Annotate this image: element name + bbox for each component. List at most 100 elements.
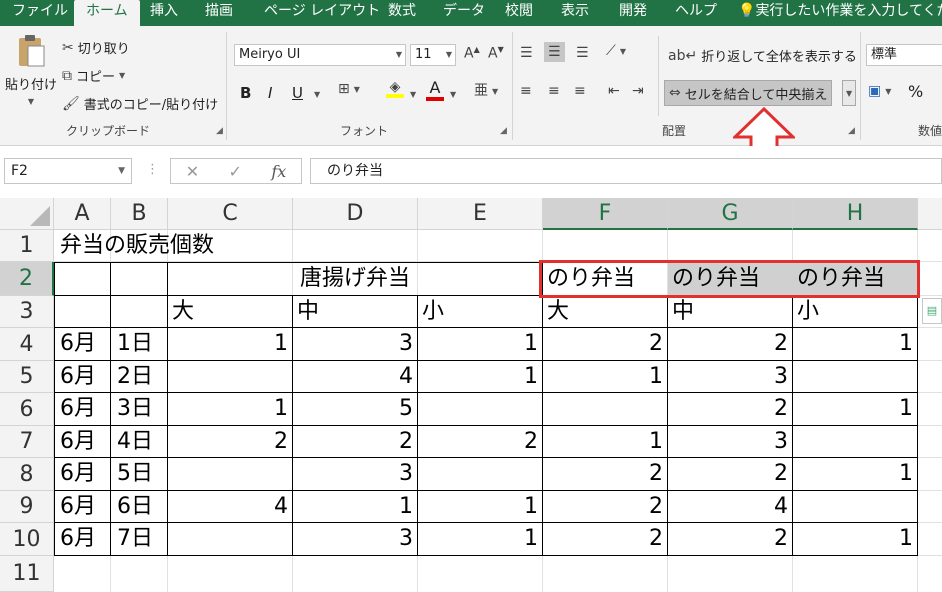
cell-c3[interactable]: 大	[168, 296, 293, 328]
phonetic-button[interactable]: 亜 ▼	[474, 84, 498, 98]
cell-c2-merged[interactable]: 唐揚げ弁当	[168, 263, 542, 295]
cell-a8[interactable]: 6月	[56, 458, 96, 490]
cell-a10[interactable]: 6月	[56, 523, 96, 555]
clipboard-launcher-icon[interactable]: ◢	[216, 126, 223, 136]
row-header-6[interactable]: 6	[0, 393, 54, 426]
font-launcher-icon[interactable]: ◢	[500, 126, 507, 136]
tab-data[interactable]: データ	[443, 0, 485, 26]
tab-view[interactable]: 表示	[561, 0, 589, 26]
copy-button[interactable]: ⧉ コピー ▼	[62, 66, 125, 86]
cell-h5[interactable]	[793, 361, 918, 393]
quick-analysis-icon[interactable]: ▤	[922, 298, 942, 324]
column-header-i[interactable]	[918, 198, 942, 230]
cell-b8[interactable]: 5日	[113, 458, 153, 490]
align-right-button[interactable]: ≡	[574, 84, 586, 98]
tab-review[interactable]: 校閲	[505, 0, 533, 26]
row-header-4[interactable]: 4	[0, 328, 54, 361]
tab-page-layout[interactable]: ページ レイアウト	[264, 0, 380, 26]
tab-formulas[interactable]: 数式	[388, 0, 416, 26]
cell-b4[interactable]: 1日	[113, 328, 153, 360]
cell-d4[interactable]: 3	[293, 328, 418, 360]
cell-g3[interactable]: 中	[668, 296, 793, 328]
cell-a5[interactable]: 6月	[56, 361, 96, 393]
cell-c4[interactable]: 1	[168, 328, 293, 360]
tab-draw[interactable]: 描画	[205, 0, 233, 26]
tab-file[interactable]: ファイル	[12, 0, 68, 26]
cell-d9[interactable]: 1	[293, 491, 418, 523]
cell-f10[interactable]: 2	[543, 523, 668, 555]
cell-d3[interactable]: 中	[293, 296, 418, 328]
column-header-b[interactable]: B	[111, 198, 168, 230]
row-header-11[interactable]: 11	[0, 556, 54, 592]
decrease-font-button[interactable]: A▼	[488, 46, 504, 61]
cell-h9[interactable]	[793, 491, 918, 523]
cut-button[interactable]: ✂ 切り取り	[62, 38, 130, 58]
cell-e4[interactable]: 1	[418, 328, 543, 360]
row-header-1[interactable]: 1	[0, 230, 54, 262]
cell-f4[interactable]: 2	[543, 328, 668, 360]
cell-a7[interactable]: 6月	[56, 426, 96, 458]
cell-h7[interactable]	[793, 426, 918, 458]
cell-h10[interactable]: 1	[793, 523, 918, 555]
cell-b9[interactable]: 6日	[113, 491, 153, 523]
cell-g8[interactable]: 2	[668, 458, 793, 490]
row-header-9[interactable]: 9	[0, 491, 54, 523]
align-top-button[interactable]: ☰	[520, 46, 533, 60]
column-header-f[interactable]: F	[543, 198, 668, 230]
cell-d7[interactable]: 2	[293, 426, 418, 458]
row-header-2[interactable]: 2	[0, 262, 54, 296]
column-header-d[interactable]: D	[293, 198, 418, 230]
alignment-launcher-icon[interactable]: ◢	[848, 126, 855, 136]
cell-e10[interactable]: 1	[418, 523, 543, 555]
select-all-button[interactable]	[0, 198, 54, 230]
decrease-indent-button[interactable]: ⇤	[608, 84, 620, 98]
percent-style-button[interactable]: %	[908, 82, 923, 101]
increase-indent-button[interactable]: ⇥	[632, 84, 644, 98]
enter-check-icon[interactable]: ✓	[229, 162, 242, 181]
align-bottom-button[interactable]: ☰	[576, 46, 589, 60]
cell-g4[interactable]: 2	[668, 328, 793, 360]
tell-me-box[interactable]: 💡実行したい作業を入力してくださ	[738, 0, 942, 26]
cell-h8[interactable]: 1	[793, 458, 918, 490]
cell-f7[interactable]: 1	[543, 426, 668, 458]
cell-d6[interactable]: 5	[293, 393, 418, 425]
cell-c9[interactable]: 4	[168, 491, 293, 523]
row-header-8[interactable]: 8	[0, 458, 54, 491]
cell-e8[interactable]	[418, 458, 543, 490]
cell-e6[interactable]	[418, 393, 543, 425]
align-center-button[interactable]: ≡	[548, 84, 560, 98]
tab-developer[interactable]: 開発	[619, 0, 647, 26]
format-painter-button[interactable]: 🖌 書式のコピー/貼り付け	[62, 94, 218, 114]
orientation-button[interactable]: ⟋ ▼	[606, 44, 626, 58]
cell-d10[interactable]: 3	[293, 523, 418, 555]
font-name-combo[interactable]: Meiryo UI ▼	[234, 44, 406, 66]
tab-help[interactable]: ヘルプ	[675, 0, 717, 26]
cell-b6[interactable]: 3日	[113, 393, 153, 425]
accounting-format-button[interactable]: ▣ ▼	[868, 84, 891, 98]
column-header-e[interactable]: E	[418, 198, 543, 230]
cell-g9[interactable]: 4	[668, 491, 793, 523]
merge-center-button[interactable]: ⇔ セルを結合して中央揃え	[664, 80, 833, 106]
cell-h3[interactable]: 小	[793, 296, 918, 328]
cell-f9[interactable]: 2	[543, 491, 668, 523]
tab-home[interactable]: ホーム	[74, 0, 140, 26]
cell-b7[interactable]: 4日	[113, 426, 153, 458]
underline-dropdown-icon[interactable]: ▼	[314, 90, 320, 99]
formula-input[interactable]: のり弁当	[310, 158, 942, 184]
number-format-combo[interactable]: 標準	[866, 44, 942, 66]
cell-a6[interactable]: 6月	[56, 393, 96, 425]
italic-button[interactable]: I	[268, 84, 272, 102]
row-header-7[interactable]: 7	[0, 426, 54, 458]
cell-c5[interactable]	[168, 361, 293, 393]
fill-color-dropdown-icon[interactable]: ▼	[410, 90, 416, 99]
cell-h4[interactable]: 1	[793, 328, 918, 360]
cell-d5[interactable]: 4	[293, 361, 418, 393]
column-header-c[interactable]: C	[168, 198, 293, 230]
cell-c8[interactable]	[168, 458, 293, 490]
cell-e3[interactable]: 小	[418, 296, 543, 328]
column-header-h[interactable]: H	[793, 198, 918, 230]
paste-button[interactable]: 貼り付け ▼	[5, 34, 57, 106]
cell-f8[interactable]: 2	[543, 458, 668, 490]
row-header-5[interactable]: 5	[0, 361, 54, 393]
cell-c10[interactable]	[168, 523, 293, 555]
